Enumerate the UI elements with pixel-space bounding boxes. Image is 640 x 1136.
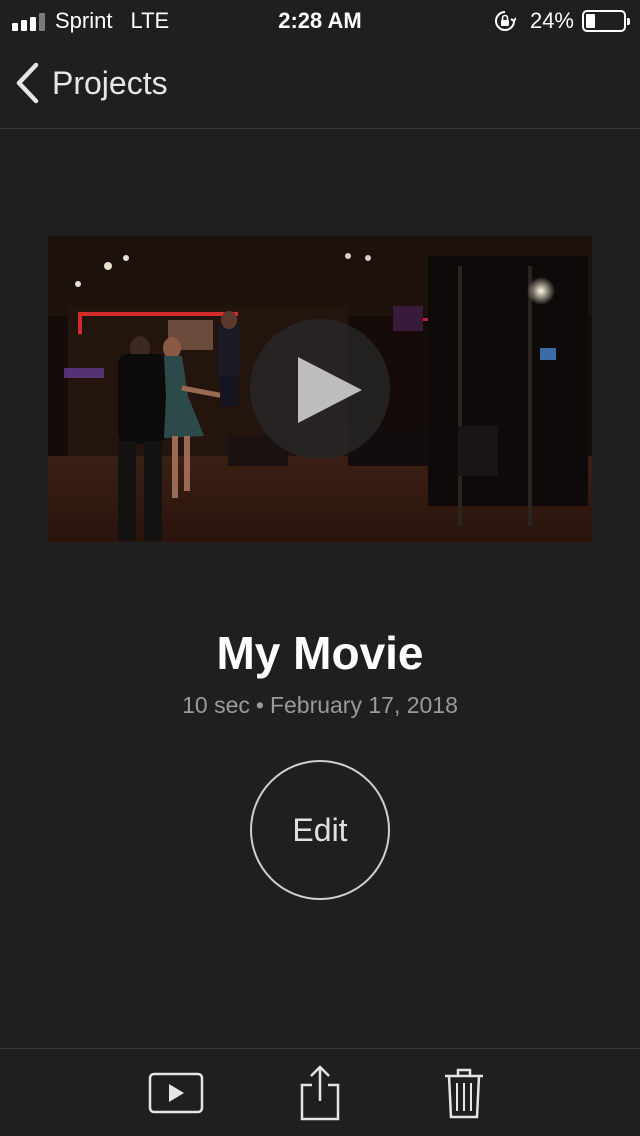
trash-icon — [445, 1068, 483, 1119]
delete-button[interactable] — [434, 1049, 494, 1136]
bottom-toolbar — [0, 1048, 640, 1136]
play-icon — [298, 357, 362, 423]
meta-separator: • — [255, 692, 264, 718]
play-icon — [148, 1072, 204, 1114]
imovie-project-screen: Sprint LTE 2:28 AM 24% Projects My Movie… — [0, 0, 640, 1136]
rotation-lock-icon — [494, 11, 516, 31]
battery-percent: 24% — [529, 8, 574, 33]
movie-preview-thumbnail[interactable] — [48, 236, 592, 542]
play-preview-button[interactable] — [250, 319, 390, 459]
battery-icon — [582, 10, 630, 32]
project-meta: 10 sec • February 17, 2018 — [0, 692, 640, 719]
project-title: My Movie — [216, 627, 424, 679]
chevron-left-icon — [16, 62, 39, 104]
back-to-projects-button[interactable]: Projects — [14, 62, 168, 104]
share-button[interactable] — [290, 1049, 350, 1136]
project-duration: 10 sec — [182, 692, 250, 718]
project-date: February 17, 2018 — [269, 692, 458, 718]
status-bar: Sprint LTE 2:28 AM 24% — [0, 0, 640, 40]
play-fullscreen-button[interactable] — [136, 1049, 216, 1136]
back-label: Projects — [52, 64, 168, 101]
share-icon — [300, 1065, 340, 1121]
status-right: 24% — [494, 8, 630, 34]
navigation-bar: Projects — [0, 40, 640, 129]
edit-project-button[interactable]: Edit — [250, 760, 390, 900]
